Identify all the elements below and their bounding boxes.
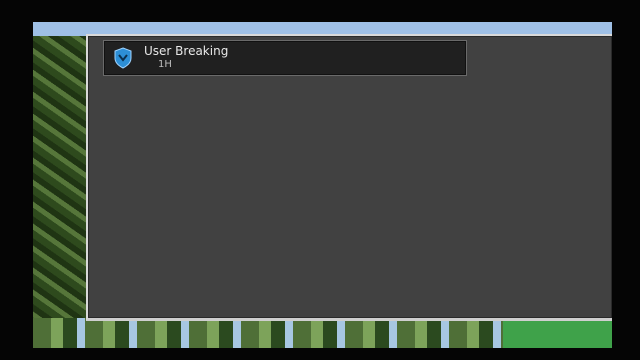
toast-subtitle: 1H bbox=[158, 59, 172, 70]
toast-title: User Breaking bbox=[144, 44, 229, 58]
shield-icon bbox=[112, 47, 134, 69]
notification-toast: User Breaking 1H bbox=[103, 40, 467, 76]
grass-block bbox=[503, 318, 612, 348]
leaves-background bbox=[33, 36, 93, 348]
game-viewport: User Breaking 1H bbox=[33, 22, 612, 348]
game-menu-panel bbox=[86, 34, 612, 321]
